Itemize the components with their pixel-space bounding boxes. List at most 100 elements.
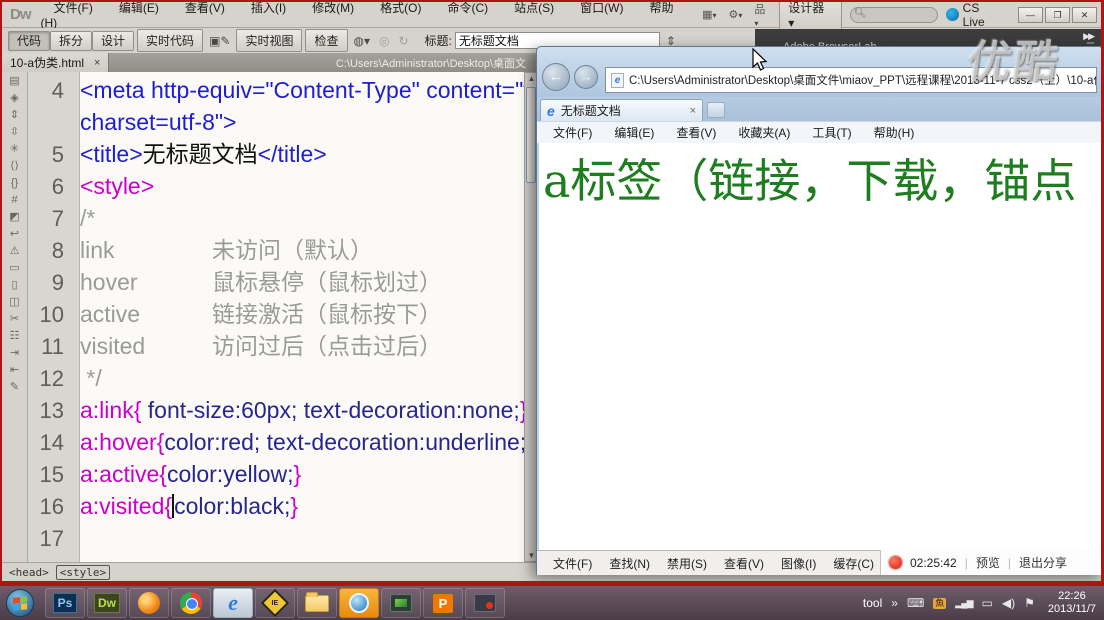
- taskbar-clock[interactable]: 22:26 2013/11/7: [1044, 590, 1096, 616]
- open-documents-icon[interactable]: ▤: [9, 76, 19, 87]
- line-numbers-icon[interactable]: #: [11, 195, 17, 206]
- refresh-icon[interactable]: ↻: [395, 34, 411, 48]
- preview-button[interactable]: 预览: [976, 554, 1000, 571]
- tag-selector-0[interactable]: <head>: [6, 566, 52, 579]
- internet-explorer-taskbar-button[interactable]: e: [213, 588, 253, 618]
- expand-all-icon[interactable]: ✳: [10, 144, 19, 155]
- cs-live-icon: [946, 8, 959, 21]
- cs-live[interactable]: CS Live: [946, 1, 1004, 29]
- dw-menu-item-1[interactable]: 编辑(E): [106, 1, 172, 15]
- browser-tab[interactable]: e 无标题文档 ×: [540, 99, 703, 121]
- indent-code-icon[interactable]: ⇥: [10, 348, 19, 359]
- volume-icon[interactable]: ◀): [1002, 597, 1015, 609]
- browser-tab-close-icon[interactable]: ×: [690, 105, 696, 117]
- bottom-menu-item-1[interactable]: 查找(N): [601, 555, 658, 572]
- browser-menu-item-0[interactable]: 文件(F): [543, 124, 602, 141]
- back-button[interactable]: ←: [542, 63, 570, 91]
- show-code-navigator-icon[interactable]: ◈: [10, 93, 18, 104]
- document-tab-close-icon[interactable]: ×: [94, 57, 100, 69]
- inspect-button[interactable]: 检查: [305, 29, 347, 52]
- view-button-0[interactable]: 代码: [8, 31, 50, 51]
- move-css-rule-icon[interactable]: ☷: [10, 331, 20, 342]
- wrap-tag-icon[interactable]: ◫: [9, 297, 19, 308]
- browser-menu-item-1[interactable]: 编辑(E): [604, 124, 664, 141]
- camera-taskbar-button[interactable]: [339, 588, 379, 618]
- syntax-error-alerts-icon[interactable]: ⚠: [10, 246, 20, 257]
- apply-comment-icon[interactable]: ▭: [9, 263, 19, 274]
- collapse-selection-icon[interactable]: ⇳: [10, 127, 19, 138]
- exit-share-button[interactable]: 退出分享: [1019, 554, 1067, 571]
- network-icon[interactable]: ⚑: [1024, 597, 1035, 609]
- scroll-down-icon[interactable]: ▼: [527, 551, 536, 560]
- signal-icon[interactable]: ▂▄▆: [955, 599, 972, 608]
- scrollbar-thumb[interactable]: [526, 87, 536, 183]
- dw-menu-item-6[interactable]: 命令(C): [434, 1, 501, 15]
- firefox-taskbar-button[interactable]: [129, 588, 169, 618]
- view-mode-buttons: 代码拆分设计: [8, 32, 134, 49]
- bottom-menu-item-2[interactable]: 禁用(S): [659, 555, 715, 572]
- document-tab[interactable]: 10-a伪类.html ×: [2, 53, 109, 72]
- code-editor[interactable]: 4<meta http-equiv="Content-Type" content…: [28, 72, 540, 562]
- live-code-button[interactable]: 实时代码: [137, 29, 203, 52]
- restore-button[interactable]: ❐: [1045, 7, 1070, 23]
- dw-menu-item-7[interactable]: 站点(S): [501, 1, 567, 15]
- highlight-invalid-code-icon[interactable]: ◩: [9, 212, 19, 223]
- bottom-menu-item-0[interactable]: 文件(F): [545, 555, 600, 572]
- file-explorer-taskbar-button[interactable]: [297, 588, 337, 618]
- bottom-menu-item-5[interactable]: 缓存(C): [825, 555, 882, 572]
- keyboard-icon[interactable]: ⌨: [907, 597, 924, 609]
- browser-menu-item-2[interactable]: 查看(V): [666, 124, 726, 141]
- view-button-1[interactable]: 拆分: [50, 31, 92, 51]
- dw-menu-item-8[interactable]: 窗口(W): [567, 1, 636, 15]
- remove-comment-icon[interactable]: ▯: [11, 280, 17, 291]
- word-wrap-icon[interactable]: ↩: [10, 229, 19, 240]
- code-segment: }: [294, 461, 302, 487]
- live-view-button[interactable]: 实时视图: [236, 29, 302, 52]
- scroll-up-icon[interactable]: ▲: [527, 74, 536, 83]
- dw-menu-item-5[interactable]: 格式(O): [367, 1, 434, 15]
- code-segment: a:hover{: [80, 429, 164, 455]
- format-source-code-icon[interactable]: ✎: [10, 382, 19, 393]
- dw-menu-item-4[interactable]: 修改(M): [299, 1, 367, 15]
- site-icon[interactable]: 品▾: [752, 1, 771, 29]
- dw-menu-item-2[interactable]: 查看(V): [172, 1, 238, 15]
- browser-menu-item-5[interactable]: 帮助(H): [864, 124, 925, 141]
- outdent-code-icon[interactable]: ⇤: [10, 365, 19, 376]
- bottom-menu-item-3[interactable]: 查看(V): [716, 555, 772, 572]
- browser-menu-item-3[interactable]: 收藏夹(A): [728, 124, 800, 141]
- minimize-button[interactable]: —: [1018, 7, 1043, 23]
- select-parent-tag-icon[interactable]: ⟨⟩: [10, 161, 19, 172]
- recent-snippets-icon[interactable]: ✂: [10, 314, 19, 325]
- line-number: 8: [28, 235, 72, 267]
- tag-selector-1[interactable]: <style>: [56, 565, 110, 580]
- close-button[interactable]: ✕: [1072, 7, 1097, 23]
- extend-gear-icon[interactable]: ⚙▾: [727, 8, 745, 21]
- overflow-chevron-icon[interactable]: »: [891, 597, 898, 609]
- chrome-taskbar-button[interactable]: [171, 588, 211, 618]
- view-button-2[interactable]: 设计: [92, 31, 134, 51]
- balance-braces-icon[interactable]: {}: [11, 178, 18, 189]
- page-anchor-text[interactable]: a标签（链接，下载，锚点: [539, 143, 1103, 211]
- layout-switcher-icon[interactable]: ▦▾: [700, 8, 718, 21]
- wps-presentation-taskbar-button[interactable]: P: [423, 588, 463, 618]
- preview-globe-icon[interactable]: ◍▾: [351, 34, 374, 48]
- dw-menu-item-3[interactable]: 插入(I): [238, 1, 299, 15]
- code-line-12: 12 */: [28, 362, 540, 394]
- dreamweaver-taskbar-button[interactable]: Dw: [87, 588, 127, 618]
- ietester-taskbar-button[interactable]: IE: [255, 588, 295, 618]
- bottom-menu-item-4[interactable]: 图像(I): [773, 555, 824, 572]
- inspect-mode-icon[interactable]: ▣✎: [206, 34, 233, 48]
- screen-recorder-taskbar-button[interactable]: [465, 588, 505, 618]
- new-tab-button[interactable]: [707, 102, 725, 118]
- start-button[interactable]: [6, 589, 34, 617]
- ime-icon[interactable]: 魚: [933, 598, 946, 609]
- image-viewer-taskbar-button[interactable]: [381, 588, 421, 618]
- browser-menu-item-4[interactable]: 工具(T): [802, 124, 861, 141]
- dw-menu-item-0[interactable]: 文件(F): [41, 1, 106, 15]
- check-out-icon[interactable]: ◎: [376, 34, 392, 48]
- collapse-panels-icon[interactable]: ▶▶: [1083, 31, 1093, 42]
- collapse-full-tag-icon[interactable]: ⇕: [10, 110, 19, 121]
- forward-button[interactable]: →: [574, 65, 598, 89]
- display-icon[interactable]: ▭: [982, 597, 993, 609]
- photoshop-taskbar-button[interactable]: Ps: [45, 588, 85, 618]
